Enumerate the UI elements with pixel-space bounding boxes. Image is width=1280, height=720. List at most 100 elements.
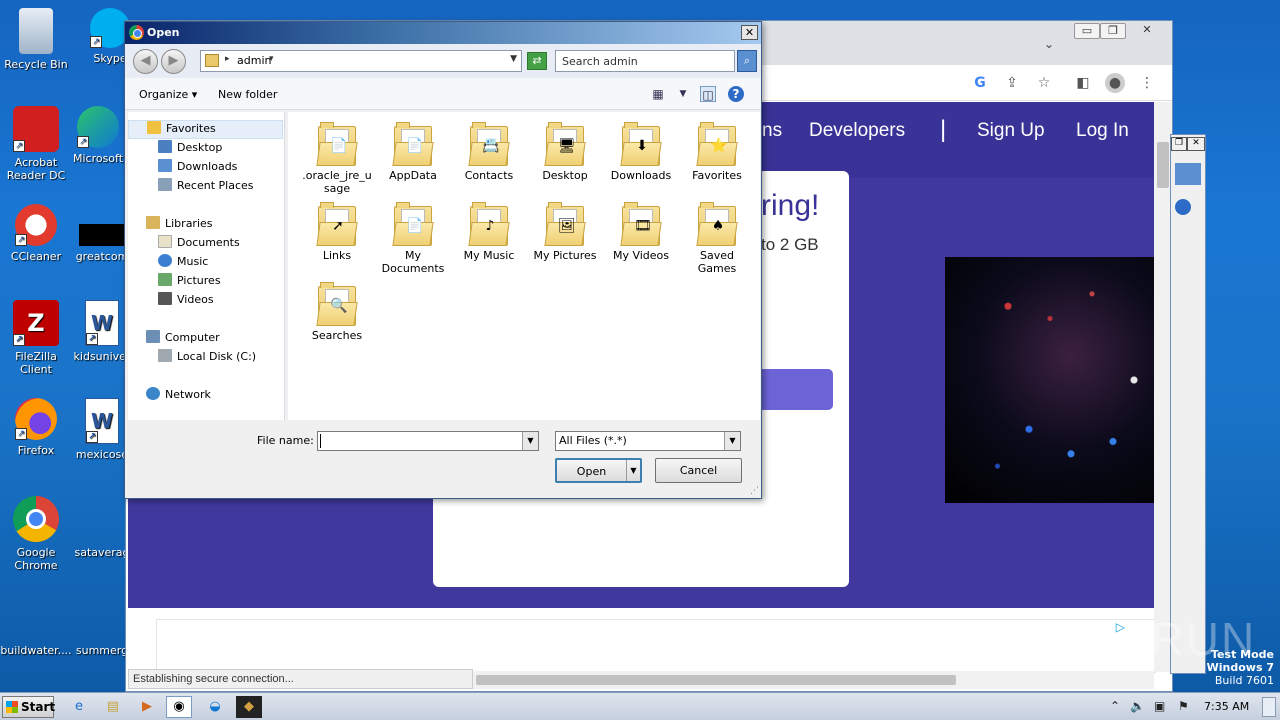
ccleaner-icon: ↗ [15,204,57,246]
desktop-icon-chrome[interactable]: Google Chrome [0,496,72,572]
preview-pane-icon[interactable]: ◫ [700,86,716,102]
desktop-icon-firefox[interactable]: ↗ Firefox [0,398,72,457]
help-icon[interactable] [1175,199,1191,215]
file-item[interactable]: ⬇ Downloads [604,120,678,182]
chrome-icon [13,496,59,542]
file-item[interactable]: ⭐ Favorites [680,120,754,182]
nav-link-developers[interactable]: Developers [809,120,905,142]
nav-favorites[interactable]: Favorites [128,120,283,139]
search-icon[interactable]: ⌕ [737,50,757,72]
nav-item-pictures[interactable]: Pictures [158,273,221,292]
nav-item-documents[interactable]: Documents [158,235,240,254]
nav-item-local-disk[interactable]: Local Disk (C:) [158,349,256,368]
chevron-down-icon[interactable]: ▼ [522,432,538,450]
file-item[interactable]: 🔍 Searches [300,280,374,342]
file-item[interactable]: 🖼 My Pictures [528,200,602,262]
refresh-button[interactable]: ⇄ [527,52,547,70]
chevron-down-icon[interactable]: ▾ [269,54,274,64]
view-icon[interactable]: ▦ [650,86,666,102]
restore-button[interactable]: ❐ [1100,23,1126,39]
restore-icon[interactable]: ❐ [1171,137,1187,151]
file-name: Desktop [542,169,588,182]
minimize-button[interactable]: ▭ [1074,23,1100,39]
share-icon[interactable]: ⇪ [1002,73,1022,93]
nav-libraries[interactable]: Libraries [146,216,213,235]
volume-icon[interactable]: 🔈 [1130,699,1145,713]
horizontal-scrollbar[interactable] [472,671,1154,689]
help-icon[interactable]: ? [728,86,744,102]
nav-item-downloads[interactable]: Downloads [158,159,237,178]
address-path[interactable]: admin [237,54,271,67]
desktop-icon-ccleaner[interactable]: ↗ CCleaner [0,204,72,263]
nav-item-recent-places[interactable]: Recent Places [158,178,254,197]
file-item[interactable]: ♠ Saved Games [680,200,754,275]
address-bar[interactable]: ▸ admin ▾ ▼ [200,50,522,72]
search-icon[interactable] [1175,163,1201,185]
menu-kebab-icon[interactable]: ⋮ [1137,73,1157,93]
tray-expand-icon[interactable]: ⌃ [1110,699,1120,713]
file-item[interactable]: 📄 My Documents [376,200,450,275]
file-item[interactable]: 🖥 Desktop [528,120,602,182]
nav-item-music[interactable]: Music [158,254,208,273]
clock[interactable]: 7:35 AM [1204,700,1249,713]
nav-link-partial[interactable]: ns [762,120,782,142]
side-panel-icon[interactable]: ◧ [1073,73,1093,93]
resize-grip-icon[interactable]: ⋰ [750,486,759,496]
chevron-right-icon[interactable]: ▸ [225,54,230,64]
show-desktop-button[interactable] [1262,697,1276,717]
nav-link-login[interactable]: Log In [1076,120,1129,142]
file-list: 📄 .oracle_jre_u sage 📄 AppData 📇 Contacts 🖥 Desk… [288,112,760,420]
ad-banner[interactable]: ▷ [156,619,1156,673]
desktop-icon-buildwater[interactable]: buildwater.... [0,606,72,657]
file-item[interactable]: ➚ Links [300,200,374,262]
desktop-icon-filezilla[interactable]: Z ↗ FileZilla Client [0,300,72,376]
file-name: My Music [463,249,515,262]
desktop-icon-recycle-bin[interactable]: Recycle Bin [0,8,72,71]
nav-network[interactable]: Network [146,387,211,406]
nav-link-signup[interactable]: Sign Up [977,120,1045,142]
edge-taskbar-icon[interactable]: ◒ [202,696,228,718]
view-dropdown-icon[interactable]: ▼ [675,86,691,102]
address-dropdown-icon[interactable]: ▼ [510,54,517,64]
file-item[interactable]: ♪ My Music [452,200,526,262]
file-name: Downloads [610,169,672,182]
google-icon[interactable]: G [970,73,990,93]
media-player-icon[interactable]: ▶ [134,696,160,718]
ie-icon[interactable]: e [66,696,92,718]
search-input[interactable]: Search admin [555,50,735,72]
dialog-titlebar[interactable]: Open ✕ [125,22,761,44]
back-button[interactable]: ◀ [133,49,158,74]
start-button[interactable]: Start [2,696,55,718]
file-item[interactable]: 📄 AppData [376,120,450,182]
nav-computer[interactable]: Computer [146,330,220,349]
file-item[interactable]: 📄 .oracle_jre_u sage [300,120,374,195]
file-name: Searches [311,329,363,342]
new-folder-button[interactable]: New folder [218,88,277,101]
profile-avatar-icon[interactable]: ● [1105,73,1125,93]
forward-button[interactable]: ▶ [161,49,186,74]
bookmark-star-icon[interactable]: ☆ [1034,73,1054,93]
chevron-down-icon[interactable]: ▼ [724,432,740,450]
app-taskbar-icon[interactable]: ◆ [236,696,262,718]
organize-menu[interactable]: Organize ▾ [139,88,197,101]
flag-tray-icon[interactable]: ⚑ [1178,699,1189,713]
file-item[interactable]: 📇 Contacts [452,120,526,182]
explorer-icon[interactable]: ▤ [100,696,126,718]
file-name-field[interactable]: ▼ [317,431,539,451]
open-button[interactable]: Open ▼ [555,458,642,483]
close-icon[interactable]: ✕ [1187,137,1205,151]
dialog-close-button[interactable]: ✕ [741,25,758,40]
close-button[interactable]: ✕ [1134,23,1160,39]
open-split-dropdown-icon[interactable]: ▼ [626,460,640,481]
file-icon [79,508,125,542]
network-tray-icon[interactable]: ▣ [1154,699,1165,713]
tab-search-icon[interactable]: ⌄ [1044,37,1054,51]
nav-item-desktop[interactable]: Desktop [158,140,222,159]
file-item[interactable]: 🎞 My Videos [604,200,678,262]
hero-cta-button[interactable] [753,369,833,410]
cancel-button[interactable]: Cancel [655,458,742,483]
chrome-taskbar-icon[interactable]: ◉ [166,696,192,718]
file-type-select[interactable]: All Files (*.*) ▼ [555,431,741,451]
nav-item-videos[interactable]: Videos [158,292,214,311]
organize-label: Organize [139,88,189,101]
